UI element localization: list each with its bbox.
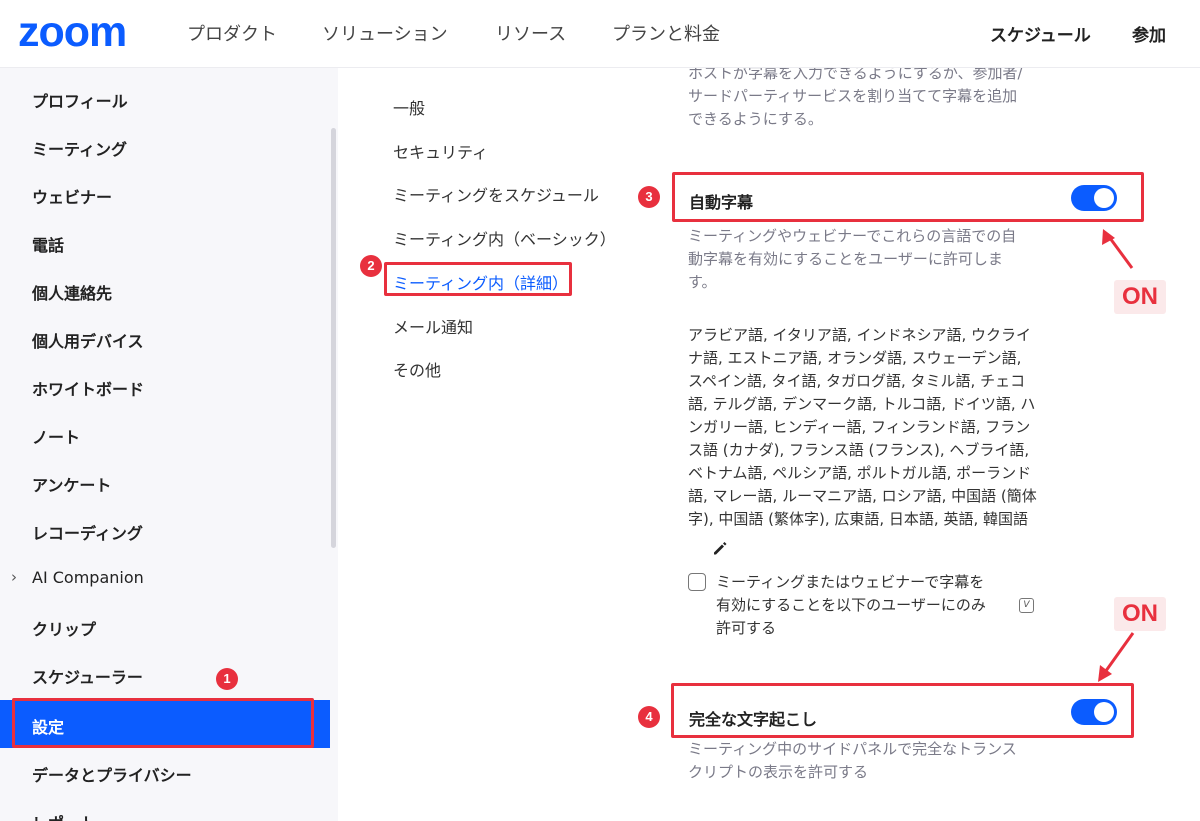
annotation-box-settings (12, 698, 314, 748)
desc-line: 動字幕を有効にすることをユーザーに許可しま (688, 250, 1003, 268)
sidebar-item-label: ミーティング (32, 140, 128, 159)
sidebar-item-personal-contacts[interactable]: 個人連絡先 (0, 266, 330, 314)
nav-solutions[interactable]: ソリューション (322, 20, 448, 46)
restrict-caption-label: ミーティングまたはウェビナーで字幕を 有効にすることを以下のユーザーにのみ 許可… (716, 571, 986, 640)
desc-line: できるようにする。 (688, 110, 823, 128)
top-header: zoom プロダクト ソリューション リソース プランと料金 スケジュール 参加 (0, 0, 1200, 68)
language-line: スペイン語, タイ語, タガログ語, タミル語, チェコ (688, 372, 1026, 390)
language-line: アラビア語, イタリア語, インドネシア語, ウクライ (688, 326, 1032, 344)
language-line: ンガリー語, ヒンディー語, フィンランド語, フラン (688, 418, 1031, 436)
join-link[interactable]: 参加 (1132, 21, 1166, 46)
sidebar-item-label: AI Companion (32, 568, 144, 587)
subnav-email-notifications[interactable]: メール通知 (393, 314, 473, 338)
sidebar-item-label: 個人連絡先 (32, 284, 113, 303)
sidebar-item-webinars[interactable]: ウェビナー (0, 170, 330, 218)
annotation-box-full-transcript (671, 683, 1134, 738)
desc-line: ミーティング中のサイドパネルで完全なトランス (688, 740, 1017, 758)
desc-line: サードパーティサービスを割り当てて字幕を追加 (688, 87, 1018, 105)
nav-products[interactable]: プロダクト (187, 20, 277, 46)
language-line: 語, テルグ語, デンマーク語, トルコ語, ドイツ語, ハ (688, 395, 1036, 413)
language-line: ス語 (カナダ), フランス語 (フランス), ヘブライ語, (688, 441, 1030, 459)
zoom-logo[interactable]: zoom (18, 8, 127, 56)
sidebar-item-label: レポート (32, 810, 96, 821)
sidebar-item-meetings[interactable]: ミーティング (0, 122, 330, 170)
desc-line: クリプトの表示を許可する (688, 763, 869, 781)
subnav-in-meeting-basic[interactable]: ミーティング内（ベーシック） (393, 226, 616, 250)
sidebar-item-label: クリップ (32, 620, 97, 639)
sidebar-item-label: データとプライバシー (32, 766, 192, 785)
annotation-badge-1: 1 (216, 668, 238, 690)
annotation-box-subnav (384, 262, 572, 296)
subnav-security[interactable]: セキュリティ (393, 139, 488, 163)
full-transcript-description: ミーティング中のサイドパネルで完全なトランス クリプトの表示を許可する (688, 738, 1017, 784)
sidebar-item-whiteboards[interactable]: ホワイトボード (0, 362, 330, 410)
sidebar-item-notes[interactable]: ノート (0, 410, 330, 458)
version-badge-icon: V (1019, 598, 1034, 613)
nav-resources[interactable]: リソース (495, 20, 566, 46)
language-line: 語, マレー語, ルーマニア語, ロシア語, 中国語 (簡体 (688, 487, 1037, 505)
label-line: 有効にすることを以下のユーザーにのみ (716, 596, 986, 614)
chevron-right-icon: › (11, 568, 17, 586)
language-line: ナ語, エストニア語, オランダ語, スウェーデン語, (688, 349, 1022, 367)
subnav-schedule-meeting[interactable]: ミーティングをスケジュール (393, 182, 599, 206)
schedule-link[interactable]: スケジュール (990, 21, 1091, 46)
sidebar-item-label: 個人用デバイス (32, 332, 144, 351)
prev-setting-description: ホストが字幕を入力できるようにするか、参加者/ サードパーティサービスを割り当て… (688, 62, 1023, 131)
label-line: 許可する (716, 619, 777, 637)
sidebar-item-label: プロフィール (32, 92, 128, 111)
sidebar-item-label: スケジューラー (32, 668, 143, 687)
sidebar-item-personal-devices[interactable]: 個人用デバイス (0, 314, 330, 362)
restrict-caption-checkbox[interactable] (688, 573, 706, 591)
caption-language-list: アラビア語, イタリア語, インドネシア語, ウクライ ナ語, エストニア語, … (688, 324, 1037, 531)
annotation-on-label-2: ON (1114, 597, 1166, 631)
auto-caption-description: ミーティングやウェビナーでこれらの言語での自 動字幕を有効にすることをユーザーに… (688, 225, 1016, 294)
language-line: 字), 中国語 (繁体字), 広東語, 日本語, 英語, 韓国語 (688, 510, 1029, 528)
annotation-badge-3: 3 (638, 186, 660, 208)
sidebar-item-surveys[interactable]: アンケート (0, 458, 330, 506)
edit-pencil-icon[interactable] (712, 540, 728, 556)
desc-line: す。 (688, 273, 717, 291)
sidebar-item-label: ノート (32, 428, 81, 447)
subnav-other[interactable]: その他 (393, 357, 441, 381)
sidebar-item-label: ホワイトボード (32, 380, 145, 399)
subnav-general[interactable]: 一般 (393, 95, 425, 119)
annotation-badge-2: 2 (360, 255, 382, 277)
sidebar-item-label: レコーディング (32, 524, 143, 543)
sidebar-item-label: 電話 (32, 236, 65, 255)
nav-plans-pricing[interactable]: プランと料金 (612, 20, 720, 46)
annotation-badge-4: 4 (638, 706, 660, 728)
sidebar-item-reports[interactable]: レポート (0, 796, 330, 821)
annotation-on-label-1: ON (1114, 280, 1166, 314)
sidebar-item-recordings[interactable]: レコーディング (0, 506, 330, 554)
sidebar-item-label: アンケート (32, 476, 112, 495)
sidebar-item-label: ウェビナー (32, 188, 113, 207)
sidebar-item-data-privacy[interactable]: データとプライバシー (0, 748, 330, 796)
sidebar-scrollbar[interactable] (331, 128, 336, 548)
desc-line: ミーティングやウェビナーでこれらの言語での自 (688, 227, 1017, 245)
sidebar-item-ai-companion[interactable]: › AI Companion (0, 554, 330, 602)
sidebar-item-clips[interactable]: クリップ (0, 602, 330, 650)
language-line: ベトナム語, ペルシア語, ポルトガル語, ポーランド (688, 464, 1032, 482)
annotation-box-auto-caption (672, 172, 1144, 222)
sidebar-item-profile[interactable]: プロフィール (0, 74, 330, 122)
sidebar-item-scheduler[interactable]: スケジューラー (0, 650, 330, 698)
label-line: ミーティングまたはウェビナーで字幕を (716, 573, 985, 591)
sidebar-item-phone[interactable]: 電話 (0, 218, 330, 266)
